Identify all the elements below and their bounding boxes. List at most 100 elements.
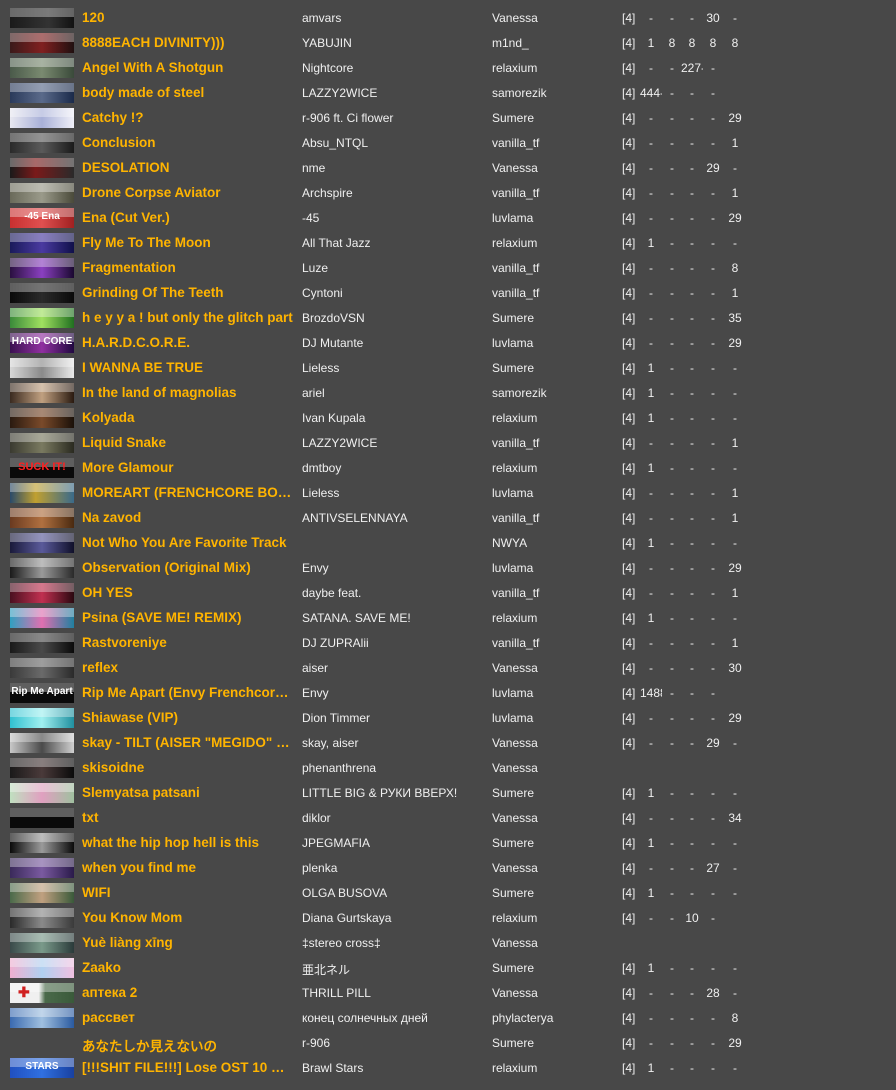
beatmap-row[interactable]: Drone Corpse Aviator Archspire vanilla_tf [… (0, 181, 896, 206)
beatmap-row[interactable]: -45 Ena Ena (Cut Ver.) -45 luvlama [4] - - - -29 (0, 206, 896, 231)
beatmap-row[interactable]: WIFI OLGA BUSOVA Sumere [4] 1 - - - - (0, 881, 896, 906)
stat-value: 1 (647, 386, 655, 400)
beatmap-row[interactable]: h e y y a ! but only the glitch part Broz… (0, 306, 896, 331)
song-title: body made of steel (82, 85, 205, 100)
mapper-name: Vanessa (492, 811, 538, 825)
beatmap-row[interactable]: Rip Me Apart Rip Me Apart (Envy Frenchcor… (0, 681, 896, 706)
beatmap-row[interactable]: Grinding Of The Teeth Cyntoni vanilla_tf [4… (0, 281, 896, 306)
beatmap-row[interactable]: You Know Mom Diana Gurtskaya relaxium [4] - -… (0, 906, 896, 931)
song-title: Rastvoreniye (82, 635, 167, 650)
empty-thumbnail (10, 1033, 74, 1053)
beatmap-row[interactable]: reflex aiser Vanessa [4] - - - -30 (0, 656, 896, 681)
stat-value: - (711, 486, 715, 500)
key-mode: [4] (622, 461, 636, 475)
stat-value: - (733, 861, 737, 875)
song-artist: daybe feat. (302, 586, 362, 600)
beatmap-row[interactable]: what the hip hop hell is this JPEGMAFIA Su… (0, 831, 896, 856)
mapper-name: Vanessa (492, 861, 538, 875)
stat-value: - (649, 661, 653, 675)
beatmap-row[interactable]: Conclusion Absu_NTQL vanilla_tf [4] - - - -1 (0, 131, 896, 156)
stat-value: 1 (647, 786, 655, 800)
anime-art-thumbnail (10, 233, 74, 253)
stat-value: 1 (647, 361, 655, 375)
beatmap-row[interactable]: Psina (SAVE ME! REMIX) SATANA. SAVE ME! re… (0, 606, 896, 631)
beatmap-row[interactable]: Na zavod ANTIVSELENNAYA vanilla_tf [4] - - - -1 (0, 506, 896, 531)
beatmap-row[interactable]: DESOLATION nme Vanessa [4] - - -29- (0, 156, 896, 181)
key-mode: [4] (622, 211, 636, 225)
thumbnail-highlight (10, 733, 74, 742)
beatmap-row[interactable]: Kolyada Ivan Kupala relaxium [4] 1 - - - - (0, 406, 896, 431)
beatmap-row[interactable]: Rastvoreniye DJ ZUPRAlii vanilla_tf [4] - - - -… (0, 631, 896, 656)
beatmap-row[interactable]: Fragmentation Luze vanilla_tf [4] - - - -8 (0, 256, 896, 281)
face-thumbnail (10, 758, 74, 778)
key-mode: [4] (622, 711, 636, 725)
mapper-name: vanilla_tf (492, 186, 540, 200)
beatmap-row[interactable]: Yuè liàng xīng ‡stereo cross‡ Vanessa (0, 931, 896, 956)
beatmap-row[interactable]: Zaako 亜北ネル Sumere [4] 1 - - - - (0, 956, 896, 981)
beatmap-row[interactable]: рассвет конец солнечных дней phylacterya [4… (0, 1006, 896, 1031)
stat-value: - (733, 836, 737, 850)
stat-value: - (690, 436, 694, 450)
stat-value: - (690, 286, 694, 300)
song-title: MOREART (FRENCHCORE BOOTLEG) (82, 485, 296, 500)
mapper-name: vanilla_tf (492, 636, 540, 650)
beatmap-row[interactable]: SUCK IT! More Glamour dmtboy relaxium [4] 1 - -… (0, 456, 896, 481)
beatmap-row[interactable]: Not Who You Are Favorite Track NWYA [4] 1 - -… (0, 531, 896, 556)
beatmap-row[interactable]: txt diklor Vanessa [4] - - - -34 (0, 806, 896, 831)
beatmap-row[interactable]: Fly Me To The Moon All That Jazz relaxium [… (0, 231, 896, 256)
song-title: In the land of magnolias (82, 385, 237, 400)
key-mode: [4] (622, 736, 636, 750)
mapper-name: Vanessa (492, 161, 538, 175)
title-card-thumbnail: HARD CORE (10, 333, 74, 353)
beatmap-row[interactable]: skay - TILT (AISER "MEGIDO" EDIT) skay, a… (0, 731, 896, 756)
stat-value: - (670, 61, 674, 75)
stat-value: 29 (728, 111, 742, 125)
mapper-name: vanilla_tf (492, 586, 540, 600)
song-artist: LAZZY2WICE (302, 436, 378, 450)
key-mode: [4] (622, 586, 636, 600)
stat-value: - (670, 636, 674, 650)
stat-value: - (733, 736, 737, 750)
beatmap-row[interactable]: Angel With A Shotgun Nightcore relaxium [4]… (0, 56, 896, 81)
beatmap-row[interactable]: when you find me plenka Vanessa [4] - - -27- (0, 856, 896, 881)
beatmap-row[interactable]: I WANNA BE TRUE Lieless Sumere [4] 1 - - - - (0, 356, 896, 381)
stat-value: 1 (647, 886, 655, 900)
beatmap-row[interactable]: MOREART (FRENCHCORE BOOTLEG) Lieless luvla… (0, 481, 896, 506)
beatmap-row[interactable]: OH YES daybe feat. vanilla_tf [4] - - - -1 (0, 581, 896, 606)
stat-value: - (711, 961, 715, 975)
beatmap-row[interactable]: あなたしか見えないの r-906 Sumere [4] - - - -29 (0, 1031, 896, 1056)
stat-value: - (649, 186, 653, 200)
stat-value: - (690, 386, 694, 400)
stat-value: - (690, 411, 694, 425)
beatmap-row[interactable]: Shiawase (VIP) Dion Timmer luvlama [4] - - - -2… (0, 706, 896, 731)
stat-value: 1488 (640, 686, 662, 700)
anime-art-thumbnail (10, 708, 74, 728)
song-artist: Lieless (302, 486, 340, 500)
mapper-name: luvlama (492, 486, 534, 500)
stat-value: - (711, 411, 715, 425)
song-artist: Lieless (302, 361, 340, 375)
beatmap-row[interactable]: STARS [!!!SHIT FILE!!!] Lose OST 10 minut… (0, 1056, 896, 1081)
beatmap-row[interactable]: ✚ аптека 2 THRILL PILL Vanessa [4] - - -28- (0, 981, 896, 1006)
key-mode: [4] (622, 136, 636, 150)
beatmap-row[interactable]: skisoidne phenanthrena Vanessa (0, 756, 896, 781)
beatmap-row[interactable]: Observation (Original Mix) Envy luvlama [4]… (0, 556, 896, 581)
stat-value: - (670, 111, 674, 125)
thumbnail-highlight (10, 908, 74, 917)
stat-value: - (690, 861, 694, 875)
beatmap-row[interactable]: Slemyatsa patsani LITTLE BIG & РУКИ ВВЕРХ… (0, 781, 896, 806)
stat-value: - (690, 961, 694, 975)
song-title: Ena (Cut Ver.) (82, 210, 170, 225)
beatmap-row[interactable]: HARD CORE H.A.R.D.C.O.R.E. DJ Mutante luvla… (0, 331, 896, 356)
beatmap-row[interactable]: body made of steel LAZZY2WICE samorezik [4]… (0, 81, 896, 106)
stat-value: - (733, 1061, 737, 1075)
beatmap-row[interactable]: In the land of magnolias ariel samorezik [4… (0, 381, 896, 406)
thumbnail-highlight (10, 408, 74, 417)
beatmap-row[interactable]: Liquid Snake LAZZY2WICE vanilla_tf [4] - - - -1 (0, 431, 896, 456)
beatmap-row[interactable]: Catchy !? r-906 ft. Ci flower Sumere [4] - - -… (0, 106, 896, 131)
thumbnail-highlight (10, 283, 74, 292)
beatmap-row[interactable]: 120 amvars Vanessa [4] - - -30- (0, 6, 896, 31)
thumbnail-label: HARD CORE (11, 336, 73, 347)
beatmap-row[interactable]: 8888EACH DIVINITY))) YABUJIN m1nd_ [4] 1 8 8 8 8 (0, 31, 896, 56)
mapper-name: Sumere (492, 886, 535, 900)
